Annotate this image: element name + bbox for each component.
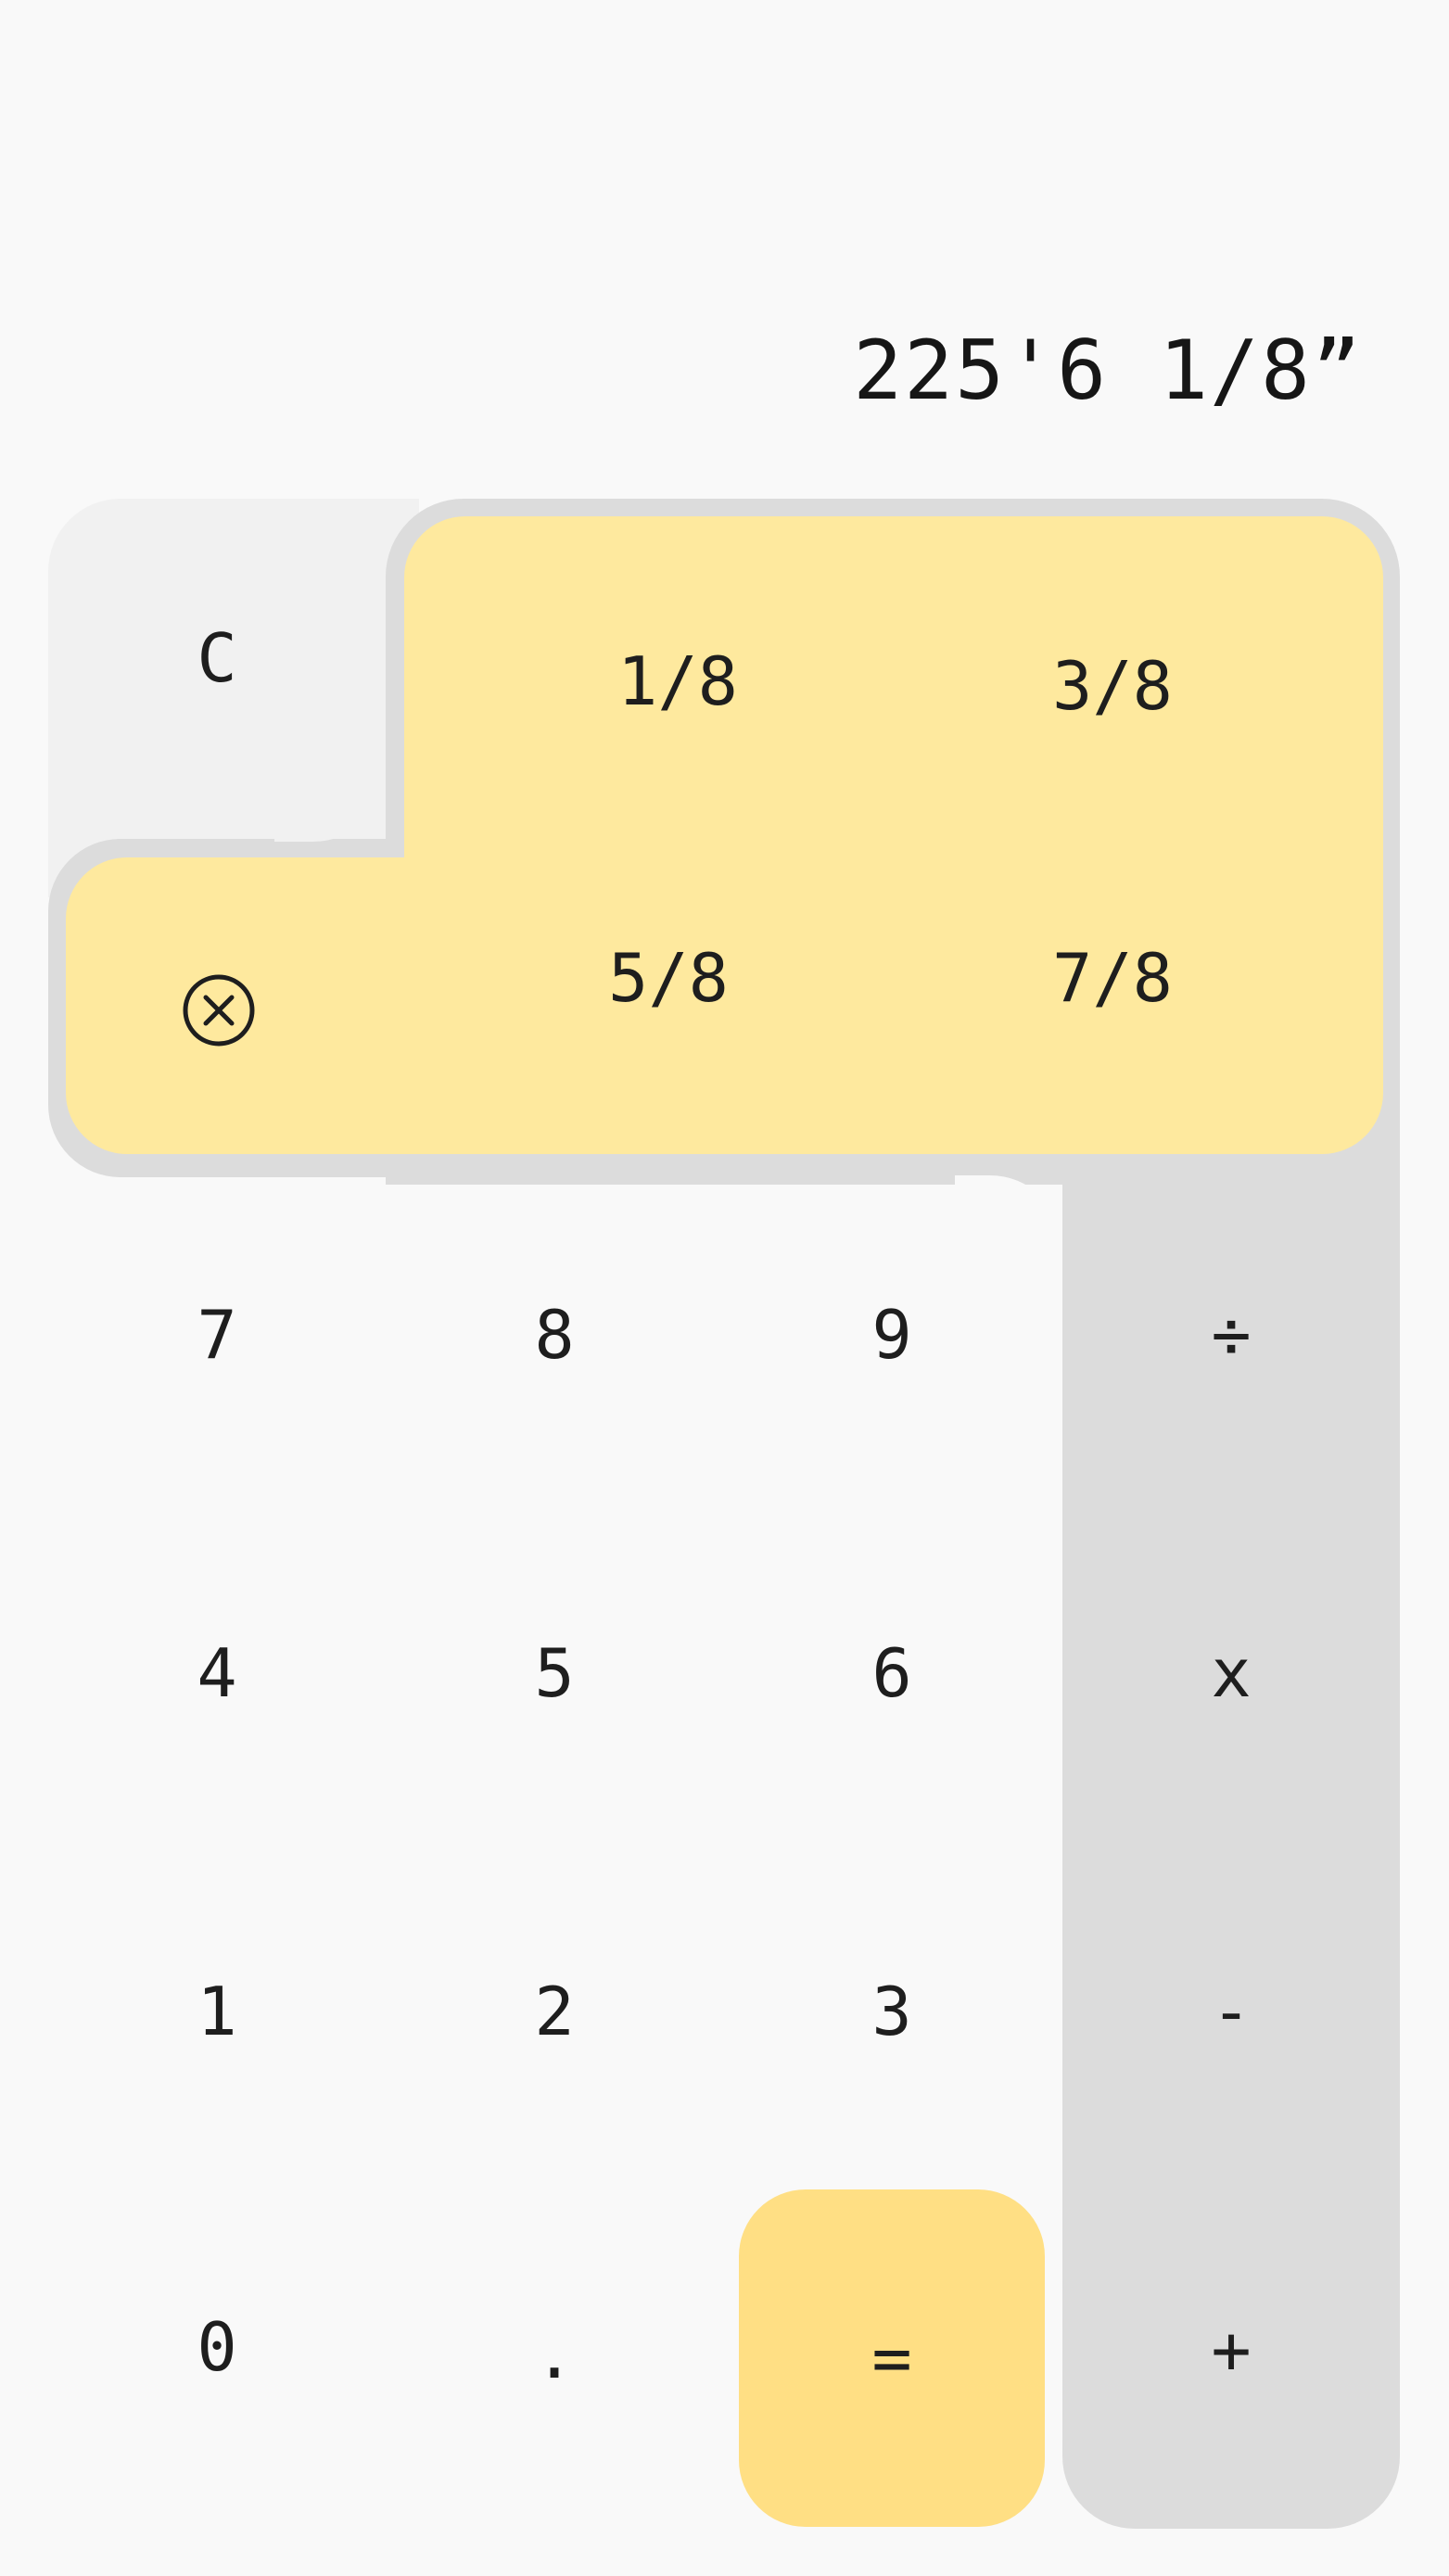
digit-1-button[interactable]: 1 [48,1910,386,2113]
result-display: 225'6 1/8” [853,323,1363,418]
divide-button[interactable]: ÷ [1062,1233,1400,1437]
fraction-3-8-button[interactable]: 3/8 [955,584,1270,788]
fraction-7-8-button[interactable]: 7/8 [955,871,1270,1085]
digit-8-button[interactable]: 8 [386,1233,723,1437]
digit-2-button[interactable]: 2 [386,1910,723,2113]
calculator-screen: 225'6 1/8” C 1/8 3/8 5/8 7/8 7 8 9 ÷ 4 5… [0,0,1449,2576]
digit-3-button[interactable]: 3 [723,1910,1061,2113]
clear-button[interactable]: C [48,556,386,760]
backspace-circle-icon [183,974,255,1047]
multiply-button[interactable]: x [1062,1571,1400,1775]
digit-7-button[interactable]: 7 [48,1233,386,1437]
digit-5-button[interactable]: 5 [386,1571,723,1775]
fraction-1-8-button[interactable]: 1/8 [404,575,951,788]
subtract-button[interactable]: - [1062,1910,1400,2113]
digit-0-button[interactable]: 0 [48,2245,386,2449]
fraction-5-8-button[interactable]: 5/8 [404,871,933,1085]
digit-9-button[interactable]: 9 [723,1233,1061,1437]
decimal-button[interactable]: . [386,2252,723,2456]
backspace-button[interactable] [66,904,372,1117]
digit-4-button[interactable]: 4 [48,1571,386,1775]
digit-6-button[interactable]: 6 [723,1571,1061,1775]
add-button[interactable]: + [1062,2248,1400,2452]
equals-button[interactable]: = [739,2189,1045,2527]
